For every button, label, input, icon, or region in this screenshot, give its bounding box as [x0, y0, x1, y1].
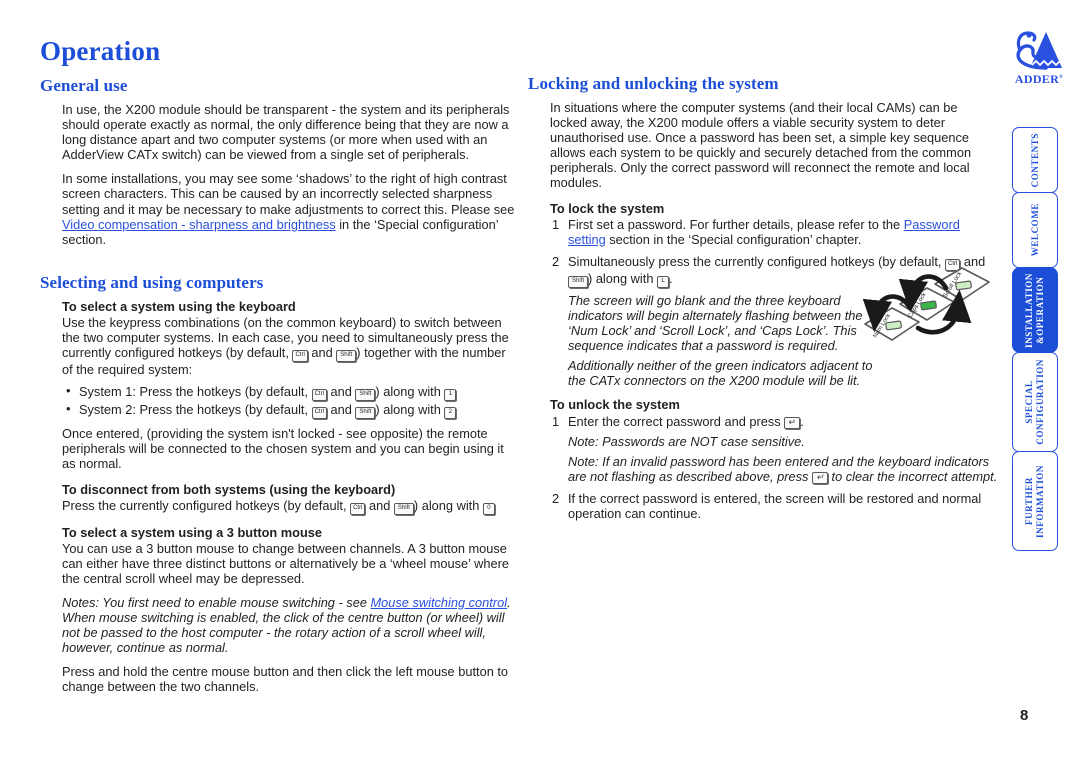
chapter-tab-strip: CONTENTS WELCOME INSTALLATION &OPERATION… [1012, 127, 1058, 551]
text-segment: section in the ‘Special configuration’ c… [605, 231, 862, 247]
general-use-paragraph-2: In some installations, you may see some … [62, 171, 515, 246]
text-segment: and [365, 497, 394, 513]
key-enter: ↵ [812, 471, 828, 484]
key-shift: Shift [393, 502, 414, 515]
subheading-to-unlock-the-system: To unlock the system [550, 397, 680, 413]
key-number-0: 0 [482, 502, 495, 515]
general-use-paragraph-1: In use, the X200 module should be transp… [62, 102, 510, 163]
key-shift: Shift [355, 389, 376, 402]
mouse-paragraph-1: You can use a 3 button mouse to change b… [62, 540, 509, 586]
adder-snake-triangle-icon [1016, 31, 1062, 70]
tab-label: FURTHER INFORMATION [1024, 464, 1045, 538]
general-use-body: In use, the X200 module should be transp… [62, 102, 515, 247]
text-segment: ) along with [375, 402, 445, 418]
key-number-1: 1 [444, 389, 457, 402]
list-item: If the correct password is entered, the … [550, 491, 998, 521]
list-item: System 2: Press the hotkeys (by default,… [62, 400, 515, 420]
text-segment: System 2: Press the hotkeys (by default, [79, 402, 312, 418]
select-system-keyboard-paragraph: Use the keypress combinations (on the co… [62, 315, 515, 377]
page-title: Operation [40, 36, 161, 66]
text-segment: and [326, 402, 356, 418]
system-select-bullet-list: System 1: Press the hotkeys (by default,… [62, 382, 515, 420]
tab-contents[interactable]: CONTENTS [1012, 127, 1058, 193]
tab-welcome[interactable]: WELCOME [1012, 192, 1058, 268]
registered-mark: ® [1059, 75, 1064, 80]
selecting-computers-body: To select a system using the keyboard Us… [62, 299, 515, 695]
list-item: Enter the correct password and press ↵. … [550, 414, 998, 484]
key-shift: Shift [336, 350, 357, 363]
locking-intro-paragraph: In situations where the computer systems… [550, 100, 972, 191]
page-number: 8 [1020, 707, 1029, 724]
subheading-select-system-keyboard: To select a system using the keyboard [62, 298, 296, 314]
text-segment: System 1: Press the hotkeys (by default, [79, 384, 312, 400]
list-item: First set a password. For further detail… [550, 217, 998, 247]
adder-logo: ADDER® [1008, 28, 1070, 90]
link-video-compensation[interactable]: Video compensation - sharpness and brigh… [62, 217, 336, 232]
key-ctrl: Ctrl [311, 407, 327, 420]
unlock-step-2-text: If the correct password is entered, the … [568, 490, 982, 521]
lock-step-1-text: First set a password. For further detail… [568, 217, 998, 247]
text-segment: . [800, 413, 804, 429]
link-mouse-switching-control[interactable]: Mouse switching control [371, 595, 508, 610]
lock-note-2: Additionally neither of the green indica… [568, 358, 873, 389]
document-page: Operation General use In use, the X200 m… [0, 0, 1080, 763]
text-segment: to clear the incorrect attempt. [828, 468, 998, 484]
mouse-note-paragraph: Notes: You first need to enable mouse sw… [62, 595, 515, 655]
tab-installation-operation[interactable]: INSTALLATION &OPERATION [1012, 267, 1058, 353]
text-segment: and [307, 345, 337, 361]
key-ctrl: Ctrl [350, 502, 366, 515]
para2-text-before-link: In some installations, you may see some … [62, 171, 515, 217]
after-bullets-paragraph: Once entered, (providing the system isn'… [62, 426, 504, 472]
key-ctrl: Ctrl [311, 389, 327, 402]
text-segment: Enter the correct password and press [568, 413, 785, 429]
text-segment: Notes: You first need to enable mouse sw… [62, 594, 371, 610]
unlock-steps-list: Enter the correct password and press ↵. … [550, 414, 998, 522]
section-heading-selecting-computers: Selecting and using computers [40, 272, 264, 292]
text-segment: ) along with [375, 384, 445, 400]
lock-note-1: The screen will go blank and the three k… [568, 292, 863, 354]
subheading-disconnect-both-systems: To disconnect from both systems (using t… [62, 481, 396, 497]
keyboard-indicator-flash-diagram: Num Lock Caps Lock Scroll Lock [862, 256, 994, 360]
text-segment: ) along with [413, 497, 483, 513]
list-item: System 1: Press the hotkeys (by default,… [62, 382, 515, 402]
text-segment: . [669, 270, 673, 286]
section-heading-general-use: General use [40, 76, 128, 95]
text-segment: Press the currently configured hotkeys (… [62, 497, 351, 513]
key-enter: ↵ [784, 416, 801, 429]
unlock-step-1-text: Enter the correct password and press ↵. [568, 414, 998, 429]
key-shift: Shift [355, 407, 376, 420]
left-column: General use In use, the X200 module shou… [40, 76, 515, 704]
key-ctrl: Ctrl [292, 350, 308, 363]
text-segment: First set a password. For further detail… [568, 216, 904, 232]
key-letter-l: L [657, 275, 669, 288]
tab-label: CONTENTS [1029, 132, 1040, 188]
tab-further-information[interactable]: FURTHER INFORMATION [1012, 451, 1058, 551]
subheading-to-lock-the-system: To lock the system [550, 200, 665, 216]
unlock-note-1: Note: Passwords are NOT case sensitive. [568, 433, 805, 449]
key-number-2: 2 [444, 407, 457, 420]
text-segment: ) along with [588, 270, 657, 286]
text-segment: and [326, 384, 356, 400]
subheading-select-system-mouse: To select a system using a 3 button mous… [62, 524, 323, 540]
tab-label: WELCOME [1029, 203, 1040, 257]
tab-special-configuration[interactable]: SPECIAL CONFIGURATION [1012, 352, 1058, 452]
brand-name: ADDER [1014, 72, 1060, 86]
section-heading-locking: Locking and unlocking the system [528, 74, 779, 93]
mouse-paragraph-2: Press and hold the centre mouse button a… [62, 664, 509, 695]
tab-label: SPECIAL CONFIGURATION [1024, 359, 1045, 445]
unlock-note-2: Note: If an invalid password has been en… [568, 454, 998, 484]
disconnect-paragraph: Press the currently configured hotkeys (… [62, 498, 515, 515]
key-shift: Shift [568, 275, 588, 288]
adder-wordmark: ADDER® [1008, 72, 1070, 87]
tab-label: INSTALLATION &OPERATION [1024, 272, 1045, 348]
